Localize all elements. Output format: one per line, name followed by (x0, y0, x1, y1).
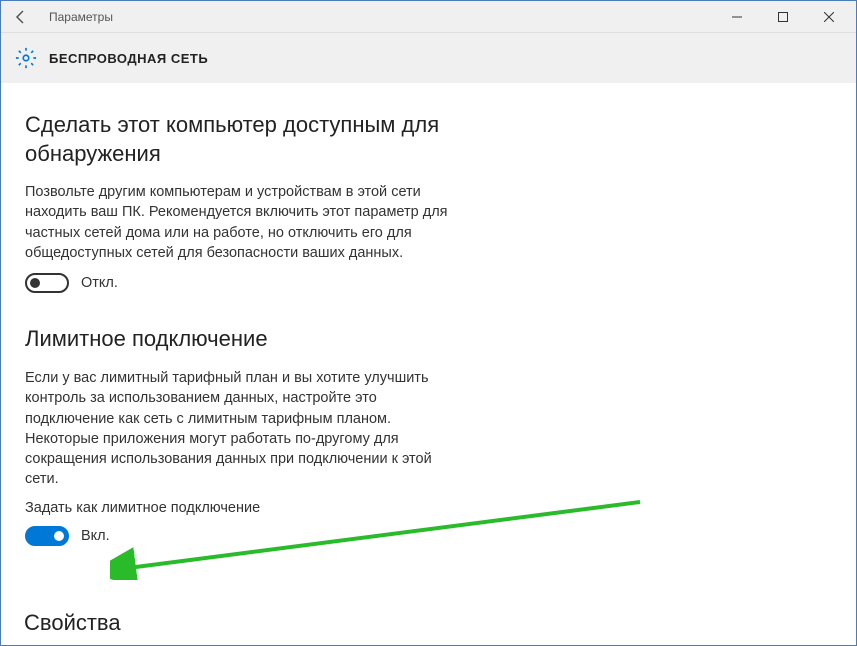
back-button[interactable] (5, 1, 37, 33)
metered-toggle-row: Вкл. (25, 526, 832, 546)
toggle-knob (30, 278, 40, 288)
settings-window: Параметры БЕСПРОВОДНАЯ СЕТЬ Сделать этот… (0, 0, 857, 646)
minimize-button[interactable] (714, 1, 760, 33)
discovery-toggle[interactable] (25, 273, 69, 293)
discovery-toggle-label: Откл. (81, 275, 118, 291)
gear-icon (15, 47, 37, 69)
metered-heading: Лимитное подключение (25, 325, 465, 354)
content-area: Сделать этот компьютер доступным для обн… (1, 83, 856, 645)
close-button[interactable] (806, 1, 852, 33)
window-title: Параметры (49, 10, 714, 24)
metered-section: Лимитное подключение Если у вас лимитный… (25, 325, 832, 545)
discovery-toggle-row: Откл. (25, 273, 832, 293)
properties-heading: Свойства (24, 610, 121, 636)
metered-toggle[interactable] (25, 526, 69, 546)
maximize-button[interactable] (760, 1, 806, 33)
discovery-description: Позвольте другим компьютерам и устройств… (25, 182, 465, 263)
page-title: БЕСПРОВОДНАЯ СЕТЬ (49, 51, 208, 66)
metered-sub-label: Задать как лимитное подключение (25, 500, 465, 516)
toggle-knob (54, 531, 64, 541)
discovery-section: Сделать этот компьютер доступным для обн… (25, 111, 832, 293)
window-controls (714, 1, 852, 33)
header-bar: БЕСПРОВОДНАЯ СЕТЬ (1, 33, 856, 83)
discovery-heading: Сделать этот компьютер доступным для обн… (25, 111, 465, 168)
metered-description: Если у вас лимитный тарифный план и вы х… (25, 368, 465, 490)
metered-toggle-label: Вкл. (81, 528, 110, 544)
titlebar: Параметры (1, 1, 856, 33)
